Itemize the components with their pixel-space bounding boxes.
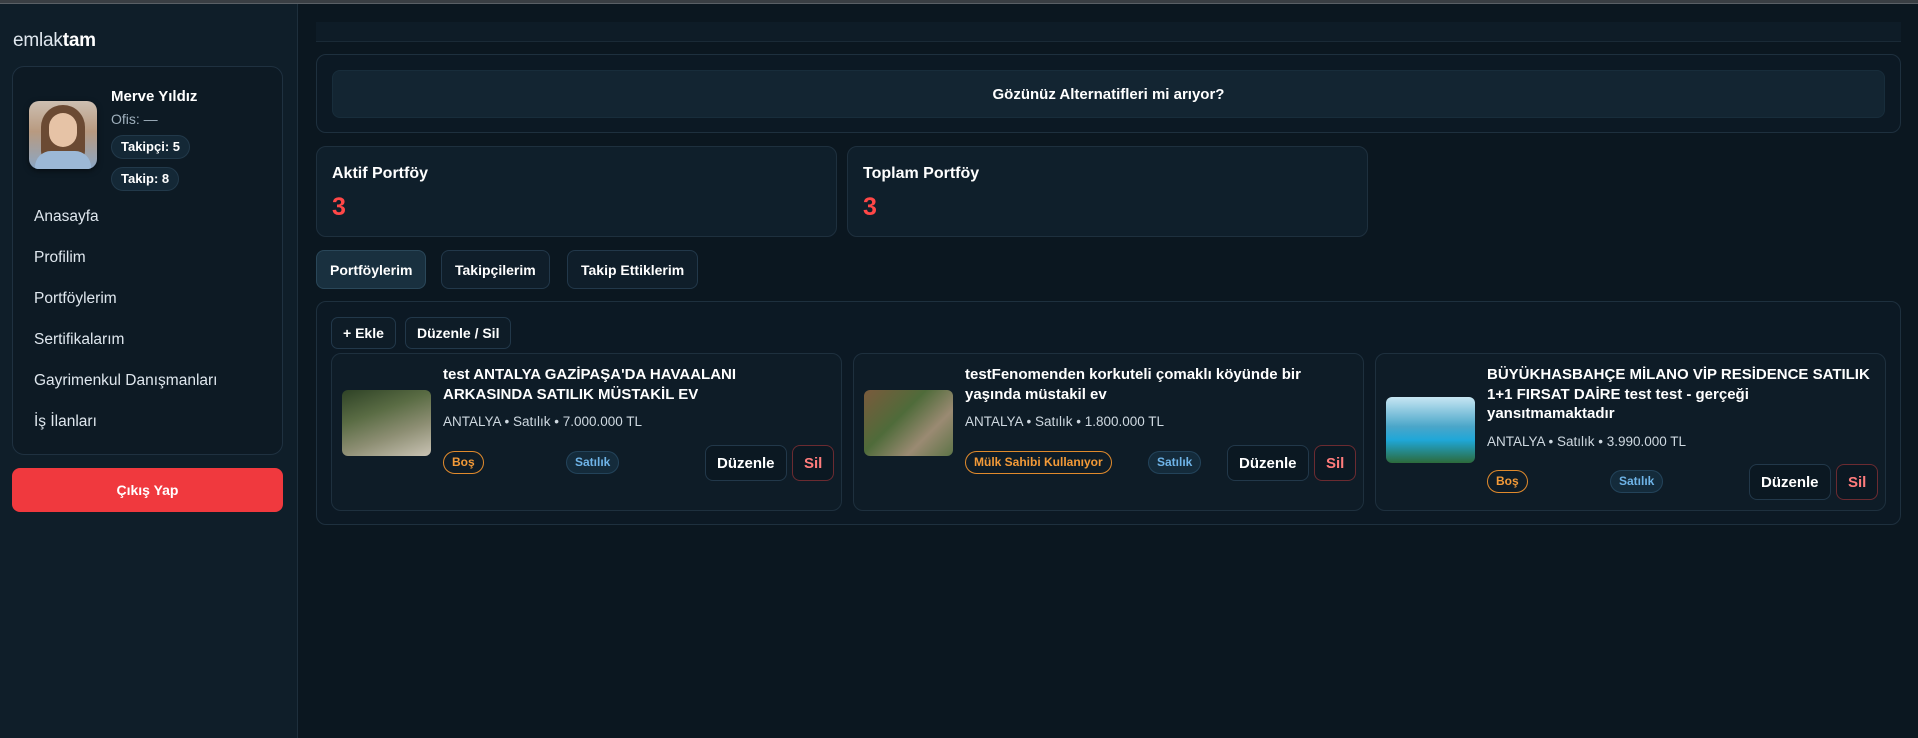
listing-title[interactable]: test ANTALYA GAZİPAŞA'DA HAVAALANI ARKAS…: [443, 365, 828, 404]
alternatives-button[interactable]: Gözünüz Alternatifleri mi arıyor?: [332, 70, 1885, 118]
logo-light: emlak: [13, 30, 63, 51]
top-strip: [316, 22, 1901, 42]
tab-takip-ettiklerim[interactable]: Takip Ettiklerim: [567, 250, 699, 289]
listing-meta: ANTALYA • Satılık • 1.800.000 TL: [965, 414, 1165, 429]
profile-card: Merve Yıldız Ofis: — Takipçi: 5 Takip: 8…: [12, 66, 283, 455]
sidebar-nav: Anasayfa Profilim Portföylerim Sertifika…: [34, 205, 274, 451]
listing-image[interactable]: [342, 390, 431, 456]
listing-title[interactable]: testFenomenden korkuteli çomaklı köyünde…: [965, 365, 1350, 404]
sidebar-item-portfoylerim[interactable]: Portföylerim: [34, 287, 274, 328]
profile-office: Ofis: —: [111, 111, 158, 127]
listing-image[interactable]: [1386, 397, 1475, 463]
stat-label: Aktif Portföy: [332, 165, 428, 182]
status-badge: Boş: [1487, 470, 1528, 493]
avatar: [29, 101, 97, 169]
stat-value: 3: [863, 193, 877, 221]
stat-card-total: Toplam Portföy 3: [847, 146, 1368, 237]
logo-bold: tam: [62, 30, 96, 51]
sidebar-item-profilim[interactable]: Profilim: [34, 246, 274, 287]
type-badge: Satılık: [566, 451, 620, 474]
stat-value: 3: [332, 193, 346, 221]
sidebar-item-danismanlar[interactable]: Gayrimenkul Danışmanları: [34, 369, 274, 410]
type-badge: Satılık: [1610, 470, 1664, 493]
portfolio-panel: + Ekle Düzenle / Sil test ANTALYA GAZİPA…: [316, 301, 1901, 525]
profile-name: Merve Yıldız: [111, 88, 198, 105]
status-badge: Mülk Sahibi Kullanıyor: [965, 451, 1112, 474]
logout-button[interactable]: Çıkış Yap: [12, 468, 283, 512]
sidebar-item-anasayfa[interactable]: Anasayfa: [34, 205, 274, 246]
following-chip[interactable]: Takip: 8: [111, 167, 180, 191]
listing-card[interactable]: BÜYÜKHASBAHÇE MİLANO VİP RESİDENCE SATIL…: [1375, 353, 1886, 511]
alternatives-card: Gözünüz Alternatifleri mi arıyor?: [316, 54, 1901, 133]
listing-image[interactable]: [864, 390, 953, 456]
sidebar-item-sertifikalarim[interactable]: Sertifikalarım: [34, 328, 274, 369]
delete-button[interactable]: Sil: [1314, 445, 1357, 481]
sidebar-item-is-ilanlari[interactable]: İş İlanları: [34, 410, 274, 451]
edit-button[interactable]: Düzenle: [705, 445, 787, 481]
add-button[interactable]: + Ekle: [331, 317, 396, 349]
delete-button[interactable]: Sil: [1836, 464, 1879, 500]
edit-button[interactable]: Düzenle: [1749, 464, 1831, 500]
listing-card[interactable]: testFenomenden korkuteli çomaklı köyünde…: [853, 353, 1364, 511]
tab-portfoylerim[interactable]: Portföylerim: [316, 250, 427, 289]
logo[interactable]: emlaktam: [13, 30, 96, 52]
sidebar: emlaktam Merve Yıldız Ofis: — Takipçi: 5…: [0, 4, 298, 738]
listing-title[interactable]: BÜYÜKHASBAHÇE MİLANO VİP RESİDENCE SATIL…: [1487, 365, 1872, 424]
type-badge: Satılık: [1148, 451, 1202, 474]
stat-card-active: Aktif Portföy 3: [316, 146, 837, 237]
status-badge: Boş: [443, 451, 484, 474]
edit-delete-button[interactable]: Düzenle / Sil: [405, 317, 512, 349]
followers-chip[interactable]: Takipçi: 5: [111, 135, 191, 159]
edit-button[interactable]: Düzenle: [1227, 445, 1309, 481]
tab-takipcilerim[interactable]: Takipçilerim: [441, 250, 550, 289]
listing-card[interactable]: test ANTALYA GAZİPAŞA'DA HAVAALANI ARKAS…: [331, 353, 842, 511]
delete-button[interactable]: Sil: [792, 445, 835, 481]
listing-meta: ANTALYA • Satılık • 3.990.000 TL: [1487, 434, 1687, 449]
stat-label: Toplam Portföy: [863, 165, 980, 182]
listing-meta: ANTALYA • Satılık • 7.000.000 TL: [443, 414, 643, 429]
